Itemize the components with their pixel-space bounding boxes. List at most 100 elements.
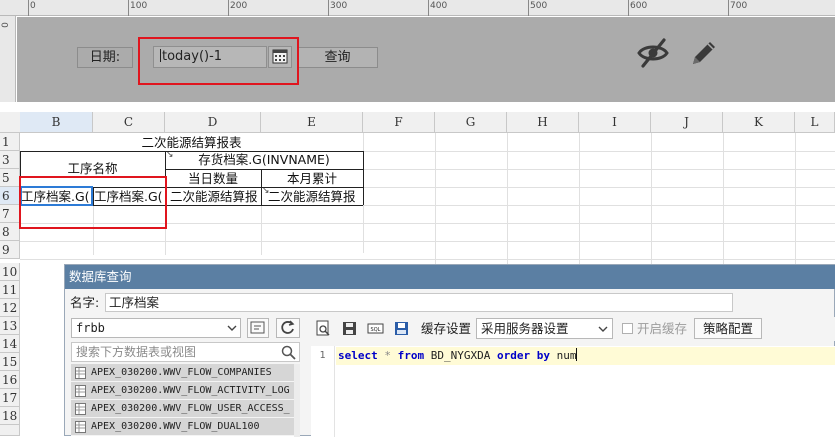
column-header-h[interactable]: H xyxy=(507,112,579,132)
chevron-down-icon xyxy=(227,325,237,331)
ruler-label: 400 xyxy=(430,1,448,11)
row-header-partial xyxy=(0,425,20,436)
db-settings-button[interactable] xyxy=(247,318,269,338)
cache-mode-value: 采用服务器设置 xyxy=(481,321,569,336)
today-qty-header-cell[interactable]: 当日数量 xyxy=(165,170,261,188)
expand-mark-icon: ↘ xyxy=(262,186,270,196)
ruler-label: 700 xyxy=(730,1,748,11)
ruler-tick xyxy=(428,0,429,16)
ruler-tick xyxy=(228,0,229,16)
table-list-item[interactable]: APEX_030200.WWV_FLOW_USER_ACCESS_ xyxy=(71,400,294,418)
inventory-header-cell[interactable]: 存货档案.G(INVNAME) xyxy=(165,151,363,169)
ruler-label: 600 xyxy=(630,1,648,11)
refresh-button[interactable] xyxy=(276,318,300,338)
db-connection-select[interactable]: frbb xyxy=(71,318,241,338)
edit-connection-icon xyxy=(250,321,265,334)
sql-toolbar: SQL 缓存设置 采用服务器设置 开启缓存 策略配置 xyxy=(305,317,835,341)
ruler-tick xyxy=(628,0,629,16)
column-header-k[interactable]: K xyxy=(723,112,795,132)
table-list-item[interactable]: APEX_030200.WWV_FLOW_DUAL100 xyxy=(71,418,294,436)
ruler-tick xyxy=(128,0,129,16)
eye-off-icon[interactable] xyxy=(636,36,670,70)
column-header-l[interactable]: L xyxy=(795,112,835,132)
name-label: 名字: xyxy=(70,295,100,310)
row-header[interactable]: 11 xyxy=(0,281,20,299)
name-input[interactable]: 工序档案 xyxy=(105,293,733,312)
query-button[interactable]: 查询 xyxy=(297,47,378,68)
ruler-label: 0 xyxy=(0,22,11,28)
row-header[interactable]: 17 xyxy=(0,389,20,407)
report-title-cell[interactable]: 二次能源结算报表 xyxy=(20,134,363,151)
cache-icon[interactable] xyxy=(393,320,410,337)
column-header-e[interactable]: E xyxy=(261,112,363,132)
table-list-scrollbar[interactable] xyxy=(294,364,300,437)
cell-border xyxy=(20,151,363,152)
line-number-gutter: 1 xyxy=(311,346,335,437)
save-icon[interactable] xyxy=(341,320,358,337)
column-header-f[interactable]: F xyxy=(363,112,435,132)
process-name-header-cell[interactable]: 工序名称 xyxy=(20,160,165,177)
cell-d6[interactable]: 二次能源结算报 xyxy=(166,188,261,206)
table-icon xyxy=(75,367,86,379)
row-header[interactable]: 18 xyxy=(0,407,20,425)
ruler-tick xyxy=(728,0,729,16)
dialog-title[interactable]: 数据库查询 xyxy=(65,265,835,289)
sql-format-icon[interactable]: SQL xyxy=(367,320,384,337)
ruler-label: 0 xyxy=(30,1,36,11)
cache-mode-select[interactable]: 采用服务器设置 xyxy=(476,318,613,339)
table-search-input[interactable]: 搜索下方数据表或视图 xyxy=(71,342,300,362)
date-label: 日期: xyxy=(77,47,133,68)
row-header[interactable]: 6 xyxy=(0,187,20,205)
highlight-box-cells xyxy=(19,176,167,229)
row-header[interactable]: 8 xyxy=(0,223,20,241)
column-header-g[interactable]: G xyxy=(435,112,507,132)
ruler-label: 300 xyxy=(330,1,348,11)
table-search-placeholder: 搜索下方数据表或视图 xyxy=(76,345,197,359)
checkbox-box xyxy=(622,323,633,334)
table-list-item[interactable]: APEX_030200.WWV_FLOW_COMPANIES xyxy=(71,364,294,382)
row-header[interactable]: 10 xyxy=(0,263,20,281)
table-icon xyxy=(75,385,86,397)
refresh-icon xyxy=(281,320,295,334)
gridline xyxy=(261,205,262,255)
pencil-icon[interactable] xyxy=(687,36,719,70)
chevron-down-icon xyxy=(598,326,608,332)
row-header[interactable]: 1 xyxy=(0,133,20,151)
row-header[interactable]: 14 xyxy=(0,335,20,353)
vertical-ruler: 0 xyxy=(0,16,16,102)
row-header[interactable]: 16 xyxy=(0,371,20,389)
cell-border xyxy=(165,169,363,170)
row-header[interactable]: 5 xyxy=(0,169,20,187)
expand-mark-icon: ↘ xyxy=(166,150,174,160)
column-header-c[interactable]: C xyxy=(93,112,165,132)
column-header-bar: B C D E F G H I J K L xyxy=(0,112,835,133)
cell-e6[interactable]: 二次能源结算报 xyxy=(262,188,363,206)
table-list-item[interactable]: APEX_030200.WWV_FLOW_ACTIVITY_LOG xyxy=(71,382,294,400)
sql-editor[interactable]: 1 select * from BD_NYGXDA order by num xyxy=(311,346,835,437)
sql-line[interactable]: select * from BD_NYGXDA order by num xyxy=(336,347,835,365)
cache-settings-label: 缓存设置 xyxy=(421,321,472,336)
row-header[interactable]: 12 xyxy=(0,299,20,317)
row-header[interactable]: 3 xyxy=(0,151,20,169)
row-header[interactable]: 13 xyxy=(0,317,20,335)
row-header[interactable]: 15 xyxy=(0,353,20,371)
gridline xyxy=(20,241,835,242)
row-header[interactable]: 9 xyxy=(0,241,20,259)
column-header-d[interactable]: D xyxy=(165,112,261,132)
preview-icon[interactable] xyxy=(315,320,332,337)
row-header[interactable]: 7 xyxy=(0,205,20,223)
cell-border xyxy=(363,151,364,205)
ruler-label: 200 xyxy=(230,1,248,11)
ruler-tick xyxy=(28,0,29,16)
database-query-dialog[interactable]: 数据库查询 名字: 工序档案 frbb 搜索下方数据表或视图 APEX_0302… xyxy=(64,264,835,437)
svg-text:SQL: SQL xyxy=(371,327,381,333)
column-header-i[interactable]: I xyxy=(579,112,651,132)
strategy-config-button[interactable]: 策略配置 xyxy=(694,318,762,339)
column-header-j[interactable]: J xyxy=(651,112,723,132)
month-total-header-cell[interactable]: 本月累计 xyxy=(261,170,363,188)
table-icon xyxy=(75,403,86,415)
enable-cache-checkbox[interactable]: 开启缓存 xyxy=(622,322,687,336)
ruler-label: 500 xyxy=(530,1,548,11)
ruler-label: 100 xyxy=(130,1,148,11)
column-header-b[interactable]: B xyxy=(20,112,93,132)
